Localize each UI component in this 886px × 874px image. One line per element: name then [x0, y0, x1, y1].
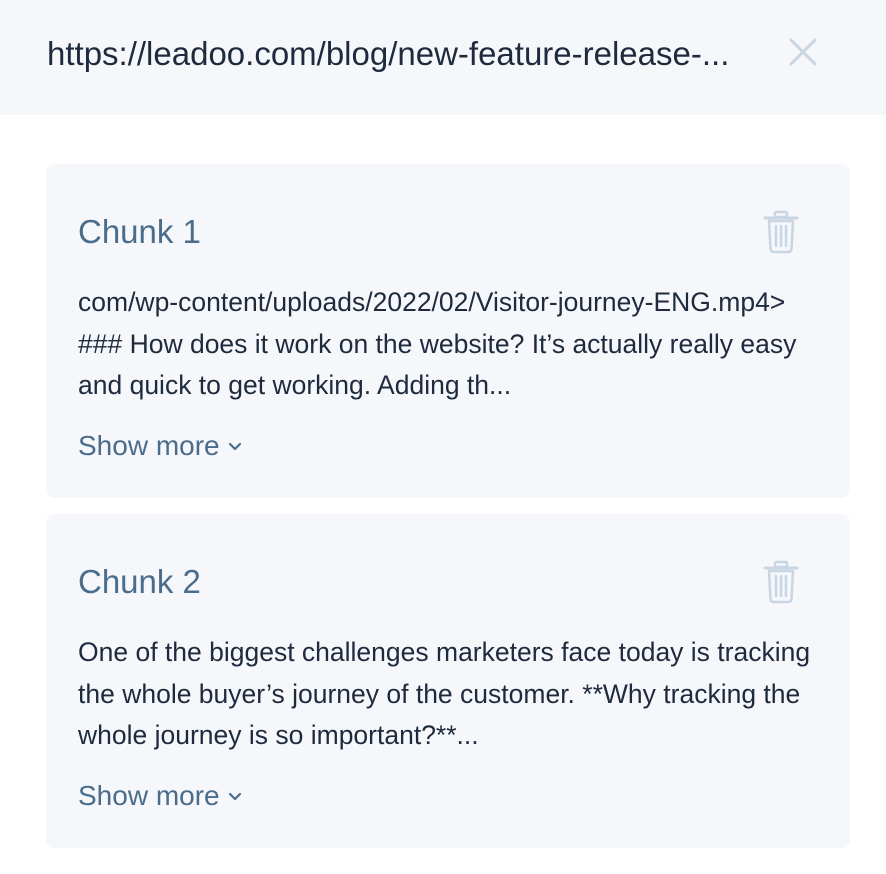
close-button[interactable]	[784, 33, 824, 73]
chunk-card: Chunk 1 com/wp-content/uploads/2022/02/V…	[46, 164, 850, 498]
chunk-card: Chunk 2 One of the biggest challenges ma…	[46, 514, 850, 848]
chevron-down-icon	[228, 440, 242, 452]
show-more-label: Show more	[78, 430, 220, 461]
trash-icon	[762, 559, 802, 605]
chunk-title: Chunk 1	[78, 213, 201, 250]
chunk-title: Chunk 2	[78, 563, 201, 600]
show-more-label: Show more	[78, 780, 220, 811]
chunk-text: One of the biggest challenges marketers …	[78, 637, 811, 750]
show-more-button[interactable]: Show more	[78, 422, 242, 470]
panel-header: https://leadoo.com/blog/new-feature-rele…	[0, 0, 886, 115]
delete-chunk-button[interactable]	[762, 559, 802, 605]
chunk-text: com/wp-content/uploads/2022/02/Visitor-j…	[78, 287, 797, 400]
delete-chunk-button[interactable]	[762, 209, 802, 255]
chevron-down-icon	[228, 790, 242, 802]
trash-icon	[762, 209, 802, 255]
show-more-button[interactable]: Show more	[78, 772, 242, 820]
close-icon	[784, 33, 824, 73]
chunks-panel: https://leadoo.com/blog/new-feature-rele…	[0, 0, 886, 874]
source-url-title: https://leadoo.com/blog/new-feature-rele…	[47, 35, 730, 72]
